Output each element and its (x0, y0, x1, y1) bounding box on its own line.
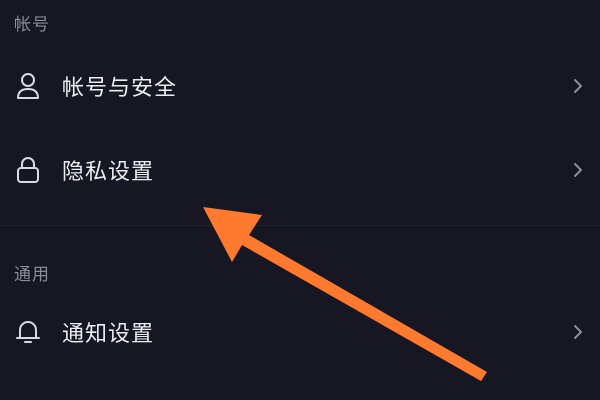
chevron-right-icon (570, 160, 586, 180)
settings-item-label: 隐私设置 (62, 160, 155, 185)
settings-item-label: 通知设置 (62, 322, 155, 347)
settings-item-label: 帐号与安全 (62, 76, 178, 101)
chevron-right-icon (570, 76, 586, 96)
settings-item-notifications[interactable]: 通知设置 (0, 290, 600, 374)
bell-icon (14, 318, 42, 346)
chevron-right-icon (570, 322, 586, 342)
section-header-general: 通用 (14, 265, 50, 285)
user-icon (14, 72, 42, 100)
settings-item-account-security[interactable]: 帐号与安全 (0, 44, 600, 128)
lock-icon (14, 156, 42, 184)
settings-item-privacy[interactable]: 隐私设置 (0, 128, 600, 212)
section-header-account: 帐号 (14, 15, 50, 35)
section-divider (0, 225, 600, 226)
